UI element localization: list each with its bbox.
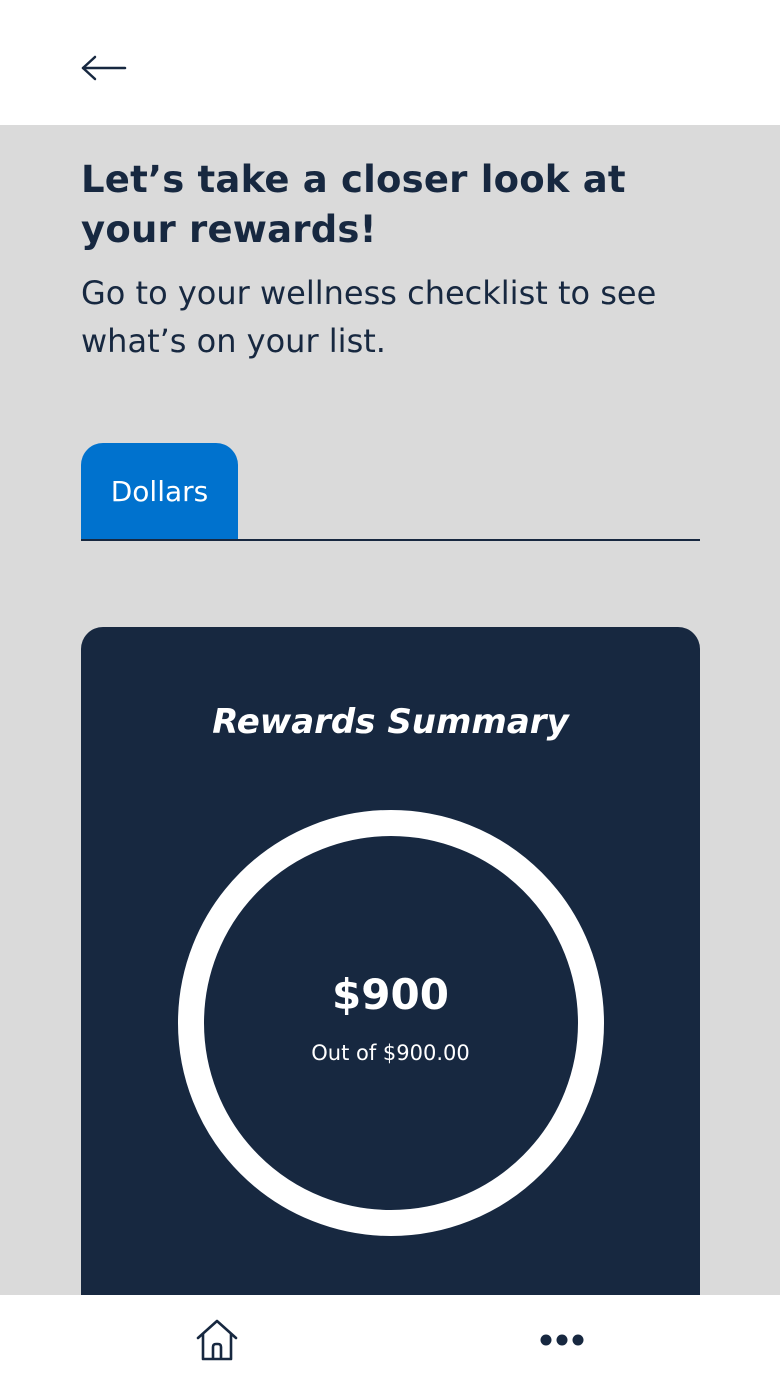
- back-button[interactable]: [72, 46, 136, 90]
- rewards-summary-card: Rewards Summary $900 Out of $900.00: [81, 627, 700, 1387]
- bottom-navigation: [0, 1295, 780, 1387]
- more-button[interactable]: [532, 1317, 592, 1363]
- more-horizontal-icon: [540, 1334, 584, 1346]
- home-button[interactable]: [190, 1313, 244, 1367]
- rewards-progress-ring: [178, 810, 604, 1236]
- progress-ring-fill: [178, 810, 604, 1236]
- tab-dollars[interactable]: Dollars: [81, 443, 238, 539]
- intro-section: Let’s take a closer look at your rewards…: [81, 125, 700, 365]
- tab-bar: Dollars: [81, 443, 700, 541]
- rewards-total-caption: Out of $900.00: [311, 1041, 470, 1065]
- page-subtitle: Go to your wellness checklist to see wha…: [81, 274, 657, 360]
- page-title: Let’s take a closer look at your rewards…: [81, 158, 626, 251]
- arrow-left-icon: [81, 55, 127, 81]
- top-bar: [0, 0, 780, 125]
- rewards-summary-title: Rewards Summary: [212, 702, 569, 742]
- home-icon: [196, 1319, 238, 1361]
- rewards-earned-amount: $900: [332, 970, 449, 1019]
